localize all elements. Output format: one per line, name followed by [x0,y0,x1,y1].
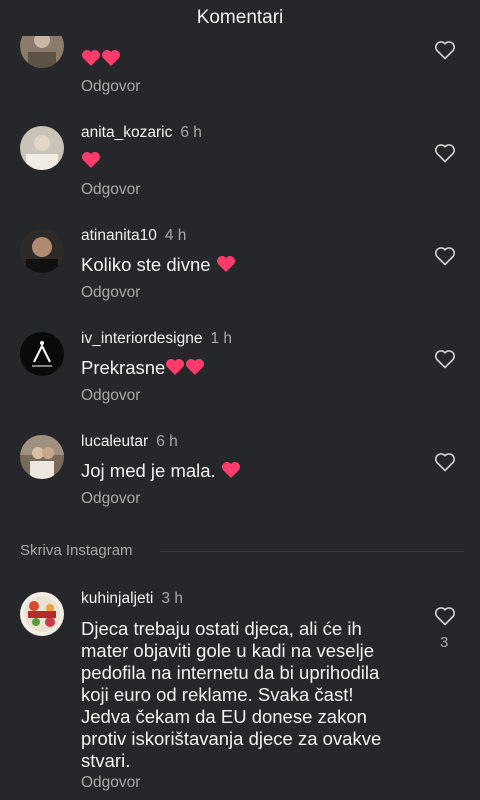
heart-emoji [216,255,236,273]
avatar[interactable] [20,229,64,273]
comment-text [81,48,421,70]
comment-text: Djeca trebaju ostati djeca, ali će ih ma… [81,618,421,772]
like-heart-icon[interactable] [434,40,456,60]
timestamp: 6 h [180,124,202,141]
comment-text [81,150,421,172]
username[interactable]: lucaleutar [81,433,148,450]
comment-meta: lucaleutar 6 h [81,433,178,451]
comment-text-content: Joj med je mala. [81,460,216,481]
comment-text-line: Jedva čekam da EU donese zakon [81,706,367,727]
username[interactable]: anita_kozaric [81,124,172,141]
comment-meta: kuhinjaljeti 3 h [81,590,183,608]
heart-emoji [81,49,101,67]
comment-meta: anita_kozaric 6 h [81,124,202,142]
username[interactable]: kuhinjaljeti [81,590,153,607]
comment-text-content: Koliko ste divne [81,254,211,275]
username[interactable]: iv_interiordesigne [81,330,203,347]
avatar[interactable] [20,435,64,479]
like-heart-icon[interactable] [434,452,456,472]
like-heart-icon[interactable] [434,143,456,163]
heart-emoji [101,49,121,67]
avatar[interactable] [20,592,64,636]
comment-text-line: koji euro od reklame. Svaka čast! [81,684,354,705]
comment-text-line: protiv iskorištavanja djece za ovakve [81,728,382,749]
reply-button[interactable]: Odgovor [81,387,140,405]
section-divider [160,551,464,552]
like-heart-icon[interactable] [434,349,456,369]
reply-button[interactable]: Odgovor [81,490,140,508]
like-heart-icon[interactable] [434,606,456,626]
timestamp: 3 h [161,590,183,607]
comment-text-line: pedofila na internetu da bi uprihodila [81,662,380,683]
like-count[interactable]: 3 [440,634,448,651]
heart-emoji [221,461,241,479]
reply-button[interactable]: Odgovor [81,78,140,96]
comment-text: Joj med je mala. [81,460,421,482]
reply-button[interactable]: Odgovor [81,774,140,792]
timestamp: 4 h [164,227,187,244]
comment-text: Prekrasne [81,357,421,379]
comment-text-line: mater objaviti gole u kadi na veselje [81,640,375,661]
heart-emoji [165,358,185,376]
heart-emoji [185,358,205,376]
page-title: Komentari [196,7,284,28]
reply-button[interactable]: Odgovor [81,284,140,302]
timestamp: 1 h [210,330,233,347]
comments-header: Komentari [0,0,480,36]
avatar[interactable] [20,332,64,376]
comment-text: Koliko ste divne [81,254,421,276]
comment-meta: atinanita10 4 h [81,227,186,245]
like-heart-icon[interactable] [434,246,456,266]
avatar[interactable] [20,126,64,170]
comment-meta: iv_interiordesigne 1 h [81,330,232,348]
comment-text-line: stvari. [81,750,131,771]
heart-emoji [81,151,101,169]
comment-text-line: Djeca trebaju ostati djeca, ali će ih [81,618,362,639]
hidden-comments-label[interactable]: Skriva Instagram [20,542,133,559]
comment-text-content: Prekrasne [81,357,166,378]
username[interactable]: atinanita10 [81,227,157,244]
reply-button[interactable]: Odgovor [81,181,140,199]
timestamp: 6 h [156,433,178,450]
